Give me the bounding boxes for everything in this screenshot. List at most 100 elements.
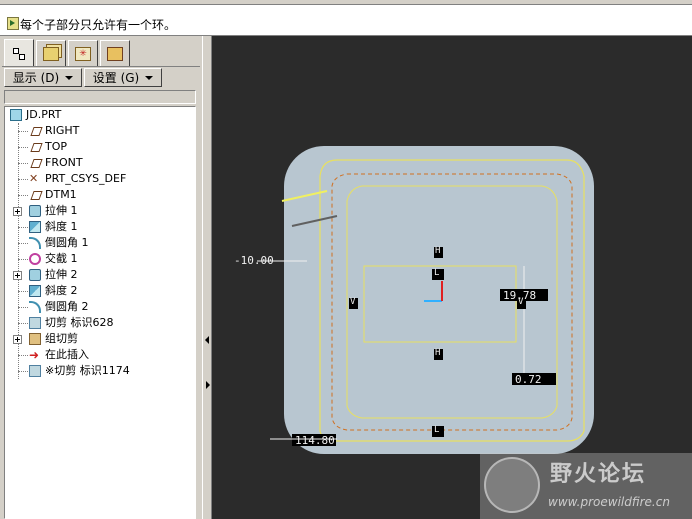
tree-connector xyxy=(18,307,28,308)
dimension-offset[interactable]: -10.00 xyxy=(234,254,274,267)
tree-connector xyxy=(18,243,28,244)
part-icon xyxy=(10,109,22,121)
tree-item-round-1[interactable]: 倒圆角 1 xyxy=(5,235,195,251)
connections-icon xyxy=(107,46,123,61)
expand-icon[interactable] xyxy=(13,207,22,216)
watermark-url: www.proewildfire.cn xyxy=(548,495,670,509)
tree-root-label: JD.PRT xyxy=(26,108,62,121)
datum-plane-icon xyxy=(30,159,43,168)
tree-item-label: DTM1 xyxy=(45,188,77,201)
tree-item-extrude-1[interactable]: 拉伸 1 xyxy=(5,203,195,219)
constraint-label-h: H xyxy=(435,348,441,358)
forum-logo-icon xyxy=(484,457,540,513)
graphics-window[interactable]: -10.00 19.78 0.72 114.80 H H V V L L xyxy=(212,36,692,519)
datum-plane-icon xyxy=(30,143,43,152)
tab-divider xyxy=(2,66,200,67)
connections-tab[interactable] xyxy=(100,40,130,66)
tree-item-intersect-1[interactable]: 交截 1 xyxy=(5,251,195,267)
tree-item-label: FRONT xyxy=(45,156,83,169)
tree-connector xyxy=(18,259,28,260)
tree-item-extrude-2[interactable]: 拉伸 2 xyxy=(5,267,195,283)
tree-connector xyxy=(18,163,28,164)
watermark-title: 野火论坛 xyxy=(550,462,647,487)
tree-item-top[interactable]: TOP xyxy=(5,139,195,155)
layers-icon xyxy=(43,46,59,61)
draft-icon xyxy=(29,285,41,297)
tree-item-draft-1[interactable]: 斜度 1 xyxy=(5,219,195,235)
message-area: 每个子部分只允许有一个环。 xyxy=(0,5,692,36)
settings-menu-label: 设置 (G) xyxy=(92,71,140,85)
tree-connector xyxy=(18,179,28,180)
dimension-right-bottom[interactable]: 0.72 xyxy=(515,373,542,386)
tree-connector xyxy=(18,323,28,324)
dimension-bottom[interactable]: 114.80 xyxy=(295,434,335,447)
settings-menu-button[interactable]: 设置 (G) xyxy=(84,68,162,87)
tree-connector xyxy=(18,131,28,132)
tree-item-label: 倒圆角 1 xyxy=(45,236,89,249)
tree-item-label: 拉伸 1 xyxy=(45,204,78,217)
expand-icon[interactable] xyxy=(13,271,22,280)
tree-item-label: ※切剪 标识1174 xyxy=(45,364,130,377)
group-icon xyxy=(29,333,41,345)
favorites-tab[interactable]: ✳ xyxy=(68,40,98,66)
expand-right-icon[interactable] xyxy=(206,381,210,389)
tree-item-label: 斜度 2 xyxy=(45,284,78,297)
tree-item-cut-1174[interactable]: ※切剪 标识1174 xyxy=(5,363,195,379)
draft-icon xyxy=(29,221,41,233)
tree-item-label: 拉伸 2 xyxy=(45,268,78,281)
constraint-label-v: V xyxy=(350,297,356,307)
tree-connector xyxy=(18,371,28,372)
expand-icon[interactable] xyxy=(13,335,22,344)
tree-item-front[interactable]: FRONT xyxy=(5,155,195,171)
tree-root[interactable]: JD.PRT xyxy=(5,107,195,123)
tree-item-dtm1[interactable]: DTM1 xyxy=(5,187,195,203)
tree-item-label: 切剪 标识628 xyxy=(45,316,114,329)
constraint-label-v: V xyxy=(518,297,524,307)
datum-plane-icon xyxy=(30,127,43,136)
collapse-left-icon[interactable] xyxy=(205,336,209,344)
tree-item-round-2[interactable]: 倒圆角 2 xyxy=(5,299,195,315)
forum-watermark: 野火论坛 www.proewildfire.cn xyxy=(480,453,692,519)
model-tree: JD.PRT RIGHT TOP FRONT ✕ PRT_CSYS_DEF DT… xyxy=(4,106,196,519)
chevron-down-icon xyxy=(145,75,154,80)
tree-item-label: TOP xyxy=(45,140,68,153)
cut-icon xyxy=(29,317,41,329)
round-icon xyxy=(29,237,41,249)
show-menu-label: 显示 (D) xyxy=(12,71,60,85)
insert-here-icon: ➜ xyxy=(29,348,40,362)
csys-icon: ✕ xyxy=(29,172,39,185)
round-icon xyxy=(29,301,41,313)
panel-sash[interactable] xyxy=(202,36,212,519)
chevron-down-icon xyxy=(65,75,74,80)
constraint-label-h: H xyxy=(435,246,441,256)
sketch-canvas xyxy=(257,146,594,454)
constraint-label-l: L xyxy=(434,268,440,278)
tree-item-insert-here[interactable]: ➜ 在此插入 xyxy=(5,347,195,363)
tree-item-cut-628[interactable]: 切剪 标识628 xyxy=(5,315,195,331)
navigator-panel: ✳ 显示 (D) 设置 (G) JD.PRT RIGHT TOP FRONT ✕… xyxy=(0,36,204,519)
model-tree-icon xyxy=(13,47,25,60)
tree-connector xyxy=(18,227,28,228)
layers-tab[interactable] xyxy=(36,40,66,66)
model-tree-tab[interactable] xyxy=(4,39,34,67)
cut-icon xyxy=(29,365,41,377)
tree-column-header[interactable] xyxy=(4,90,196,104)
extrude-icon xyxy=(29,205,41,217)
tree-item-group-cut[interactable]: 组切剪 xyxy=(5,331,195,347)
tree-item-draft-2[interactable]: 斜度 2 xyxy=(5,283,195,299)
tree-item-label: 斜度 1 xyxy=(45,220,78,233)
favorites-icon: ✳ xyxy=(75,46,91,61)
tree-item-label: RIGHT xyxy=(45,124,80,137)
tree-item-label: 交截 1 xyxy=(45,252,78,265)
extrude-icon xyxy=(29,269,41,281)
tree-item-csys[interactable]: ✕ PRT_CSYS_DEF xyxy=(5,171,195,187)
tree-item-label: 在此插入 xyxy=(45,348,89,361)
tree-connector xyxy=(18,291,28,292)
tree-item-label: 倒圆角 2 xyxy=(45,300,89,313)
constraint-label-l: L xyxy=(434,425,440,435)
tree-connector xyxy=(18,195,28,196)
info-icon xyxy=(7,17,19,30)
message-text: 每个子部分只允许有一个环。 xyxy=(20,18,177,32)
show-menu-button[interactable]: 显示 (D) xyxy=(4,68,82,87)
tree-item-right[interactable]: RIGHT xyxy=(5,123,195,139)
